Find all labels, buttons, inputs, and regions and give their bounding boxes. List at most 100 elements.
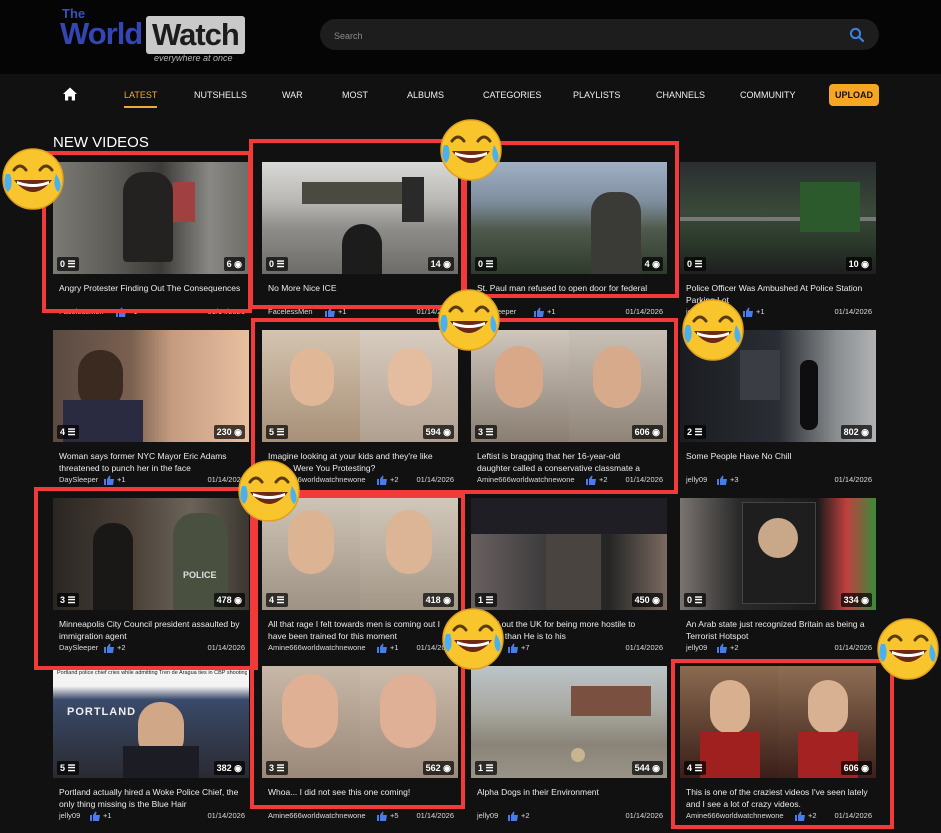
- video-meta: jelly09 +2 01/14/2026: [686, 643, 874, 654]
- uploader-name[interactable]: DaySleeper: [59, 475, 98, 484]
- uploader-name[interactable]: jelly09: [477, 811, 498, 820]
- nav-albums[interactable]: ALBUMS: [407, 90, 444, 100]
- highlight-box: [249, 139, 465, 309]
- video-thumbnail[interactable]: 4 ☰ 230 ◉: [53, 330, 249, 442]
- like-count: +3: [730, 475, 739, 484]
- upload-date: 01/14/2026: [625, 643, 663, 652]
- video-thumbnail[interactable]: 1 ☰ 544 ◉: [471, 666, 667, 778]
- logo-world: World: [60, 16, 143, 51]
- like-count: +1: [117, 475, 126, 484]
- view-count: 334 ◉: [840, 593, 872, 607]
- section-title: NEW VIDEOS: [53, 134, 149, 151]
- uploader-name[interactable]: jelly09: [686, 475, 707, 484]
- portland-sign-text: PORTLAND: [67, 706, 137, 718]
- nav-latest[interactable]: LATEST: [124, 90, 158, 108]
- comment-count: 5 ☰: [57, 761, 79, 775]
- video-title[interactable]: An Arab state just recognized Britain as…: [686, 618, 874, 642]
- upload-date: 01/14/2026: [625, 811, 663, 820]
- thumbs-up-icon[interactable]: [716, 475, 728, 485]
- like-count: +1: [547, 307, 556, 316]
- video-card[interactable]: 0 ☰ 334 ◉ An Arab state just recognized …: [680, 498, 876, 656]
- comment-count: 4 ☰: [57, 425, 79, 439]
- laughing-emoji-icon: [442, 608, 504, 670]
- video-card[interactable]: 1 ☰ 544 ◉ Alpha Dogs in their Environmen…: [471, 666, 667, 824]
- video-thumbnail[interactable]: 0 ☰ 10 ◉: [680, 162, 876, 274]
- video-meta: DaySleeper +1 01/14/2026: [477, 307, 665, 318]
- logo-watch-box: Watch: [146, 16, 245, 54]
- video-meta: jelly09 +2 01/14/2026: [477, 811, 665, 822]
- video-meta: DaySleeper +1 01/14/2026: [59, 475, 247, 486]
- like-count: +5: [390, 811, 399, 820]
- thumbs-up-icon[interactable]: [103, 475, 115, 485]
- upload-date: 01/14/2026: [207, 811, 245, 820]
- logo-tagline: everywhere at once: [154, 53, 233, 63]
- upload-button[interactable]: UPLOAD: [829, 84, 879, 106]
- uploader-name[interactable]: Amine666worldwatchnewone: [268, 811, 366, 820]
- search-icon[interactable]: [849, 27, 865, 43]
- video-card[interactable]: Portland police chief cries while admitt…: [53, 666, 249, 824]
- thumbs-up-icon[interactable]: [507, 643, 519, 653]
- like-count: +7: [521, 643, 530, 652]
- view-count: 10 ◉: [845, 257, 872, 271]
- video-title[interactable]: Portland actually hired a Woke Police Ch…: [59, 786, 247, 810]
- nav-war[interactable]: WAR: [282, 90, 303, 100]
- nav-nutshells[interactable]: NUTSHELLS: [194, 90, 247, 100]
- nav-channels[interactable]: CHANNELS: [656, 90, 705, 100]
- search-bar: [320, 19, 879, 50]
- like-count: +2: [521, 811, 530, 820]
- video-thumbnail[interactable]: 1 ☰ 450 ◉: [471, 498, 667, 610]
- video-meta: jelly09 +3 01/14/2026: [686, 475, 874, 486]
- video-thumbnail[interactable]: Portland police chief cries while admitt…: [53, 666, 249, 778]
- comment-count: 0 ☰: [684, 593, 706, 607]
- view-count: 802 ◉: [840, 425, 872, 439]
- site-logo[interactable]: The World Watch everywhere at once: [60, 6, 250, 66]
- main-nav: LATEST NUTSHELLS WAR MOST ALBUMS CATEGOR…: [0, 78, 941, 114]
- view-count: 450 ◉: [631, 593, 663, 607]
- laughing-emoji-icon: [682, 299, 744, 361]
- laughing-emoji-icon: [2, 148, 64, 210]
- upload-date: 01/14/2026: [834, 643, 872, 652]
- upload-date: 01/14/2026: [625, 307, 663, 316]
- laughing-emoji-icon: [238, 460, 300, 522]
- laughing-emoji-icon: [438, 289, 500, 351]
- comment-count: 2 ☰: [684, 425, 706, 439]
- highlight-box: [34, 487, 258, 670]
- uploader-name[interactable]: jelly09: [686, 643, 707, 652]
- video-title[interactable]: Some People Have No Chill: [686, 450, 874, 462]
- home-icon[interactable]: [62, 86, 78, 102]
- video-title[interactable]: Woman says former NYC Mayor Eric Adams th…: [59, 450, 247, 474]
- comment-count: 0 ☰: [684, 257, 706, 271]
- nav-community[interactable]: COMMUNITY: [740, 90, 796, 100]
- thumbs-up-icon[interactable]: [507, 811, 519, 821]
- nav-most[interactable]: MOST: [342, 90, 368, 100]
- logo-watch: Watch: [152, 17, 240, 52]
- thumbs-up-icon[interactable]: [716, 643, 728, 653]
- nav-categories[interactable]: CATEGORIES: [483, 90, 541, 100]
- thumbs-up-icon[interactable]: [533, 307, 545, 317]
- like-count: +1: [756, 307, 765, 316]
- upload-date: 01/14/2026: [834, 307, 872, 316]
- thumbs-up-icon[interactable]: [376, 811, 388, 821]
- comment-count: 1 ☰: [475, 593, 497, 607]
- site-header: The World Watch everywhere at once: [0, 0, 941, 74]
- thumbnail-headline: Portland police chief cries while admitt…: [57, 670, 247, 676]
- uploader-name[interactable]: jelly09: [59, 811, 80, 820]
- like-count: +1: [103, 811, 112, 820]
- video-meta: Amine666worldwatchnewone +5 01/14/2026: [268, 811, 456, 822]
- upload-date: 01/14/2026: [416, 811, 454, 820]
- comment-count: 1 ☰: [475, 761, 497, 775]
- laughing-emoji-icon: [440, 119, 502, 181]
- video-card[interactable]: 4 ☰ 230 ◉ Woman says former NYC Mayor Er…: [53, 330, 249, 488]
- highlight-box: [42, 151, 252, 313]
- view-count: 544 ◉: [631, 761, 663, 775]
- search-input[interactable]: [332, 26, 836, 45]
- thumbs-up-icon[interactable]: [89, 811, 101, 821]
- video-meta: jelly09 +1 01/14/2026: [59, 811, 247, 822]
- laughing-emoji-icon: [877, 618, 939, 680]
- view-count: 230 ◉: [213, 425, 245, 439]
- video-thumbnail[interactable]: 0 ☰ 334 ◉: [680, 498, 876, 610]
- like-count: +2: [730, 643, 739, 652]
- highlight-box: [250, 494, 465, 809]
- video-title[interactable]: Alpha Dogs in their Environment: [477, 786, 665, 798]
- nav-playlists[interactable]: PLAYLISTS: [573, 90, 620, 100]
